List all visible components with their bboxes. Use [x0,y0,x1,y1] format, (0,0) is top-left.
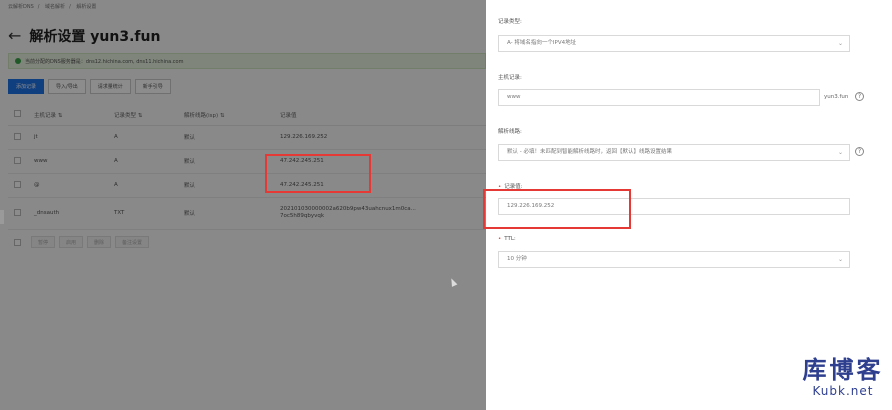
line-label: 解析线路: [498,129,522,135]
ttl-select[interactable]: 10 分钟 ⌄ [498,251,850,268]
line-value: 默认 - 必填！未匹配到智能解析线路时，返回【默认】线路设置结果 [507,149,672,155]
highlight-box [265,154,371,193]
highlight-box [483,189,631,229]
ttl-label-text: TTL: [504,236,516,242]
dns-records-page: 云解析DNS / 域名解析 / 解析设置 ← 解析设置 yun3.fun 当前分配的… [0,0,486,410]
chevron-down-icon: ⌄ [837,256,843,263]
record-type-select[interactable]: A- 将域名指向一个IPV4地址 ⌄ [498,35,850,52]
record-type-label: 记录类型: [498,19,522,25]
line-select[interactable]: 默认 - 必填！未匹配到智能解析线路时，返回【默认】线路设置结果 ⌄ [498,144,850,161]
modal-overlay[interactable] [0,0,486,410]
watermark: 库博客 Kubk.net [795,356,891,398]
help-icon[interactable]: ? [855,147,864,156]
ttl-value: 10 分钟 [507,256,527,262]
domain-suffix: yun3.fun [824,94,849,100]
host-input[interactable]: www [498,89,820,106]
chevron-down-icon: ⌄ [837,149,843,156]
ttl-label: • TTL: [498,236,516,242]
watermark-url: Kubk.net [812,384,874,398]
sidebar-toggle-handle[interactable] [0,210,4,224]
host-label: 主机记录: [498,75,522,81]
chevron-down-icon: ⌄ [837,40,843,47]
record-type-value: A- 将域名指向一个IPV4地址 [507,40,577,46]
host-value: www [507,94,521,100]
help-icon[interactable]: ? [855,92,864,101]
watermark-title: 库博客 [802,356,884,384]
